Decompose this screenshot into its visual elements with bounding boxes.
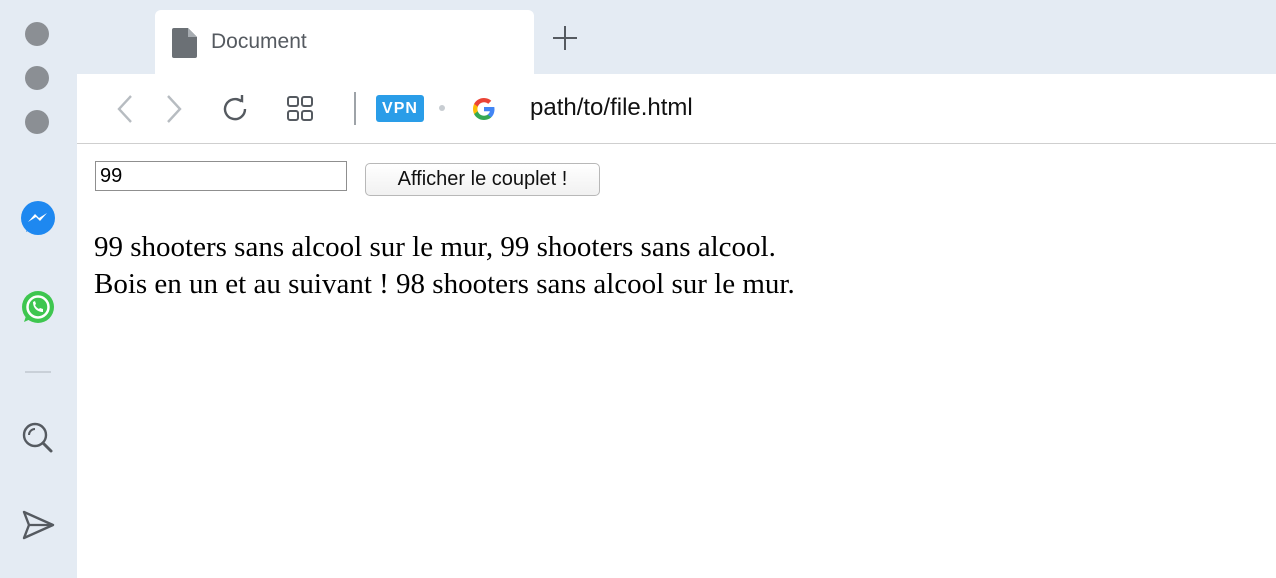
- chevron-right-icon: [167, 95, 182, 123]
- tab-title: Document: [211, 30, 307, 53]
- tab-strip: Document: [77, 0, 1276, 74]
- grid-icon: [287, 96, 313, 121]
- forward-button[interactable]: [158, 93, 190, 125]
- back-button[interactable]: [109, 93, 141, 125]
- whatsapp-icon[interactable]: [16, 286, 60, 330]
- search-icon[interactable]: [16, 416, 60, 460]
- chevron-left-icon: [117, 95, 132, 123]
- dot-separator: [439, 105, 445, 111]
- reload-button[interactable]: [219, 93, 251, 125]
- new-tab-button[interactable]: [551, 24, 579, 52]
- reload-icon: [223, 95, 247, 121]
- window-minimize-button[interactable]: [25, 66, 49, 90]
- messenger-icon[interactable]: [16, 197, 60, 241]
- page-content: Afficher le couplet ! 99 shooters sans a…: [77, 144, 1276, 578]
- sidebar: [0, 0, 77, 578]
- toolbar: VPN path/to/file.html: [77, 74, 1276, 144]
- verse-line-1: 99 shooters sans alcool sur le mur, 99 s…: [94, 231, 776, 263]
- tabs-overview-button[interactable]: [284, 93, 316, 125]
- document-icon: [172, 28, 198, 63]
- window-close-button[interactable]: [25, 22, 49, 46]
- tab-document[interactable]: Document: [155, 10, 534, 74]
- google-icon[interactable]: [470, 95, 498, 123]
- address-bar[interactable]: path/to/file.html: [530, 94, 693, 122]
- show-verse-button[interactable]: Afficher le couplet !: [365, 163, 600, 196]
- sidebar-divider: [25, 371, 51, 373]
- verse-line-2: Bois en un et au suivant ! 98 shooters s…: [94, 268, 795, 300]
- plus-icon: [553, 26, 577, 50]
- window-maximize-button[interactable]: [25, 110, 49, 134]
- verse-text: 99 shooters sans alcool sur le mur, 99 s…: [94, 229, 795, 303]
- vpn-badge[interactable]: VPN: [376, 95, 424, 122]
- verse-number-input[interactable]: [95, 161, 347, 191]
- send-icon[interactable]: [16, 503, 60, 547]
- toolbar-separator: [354, 92, 356, 125]
